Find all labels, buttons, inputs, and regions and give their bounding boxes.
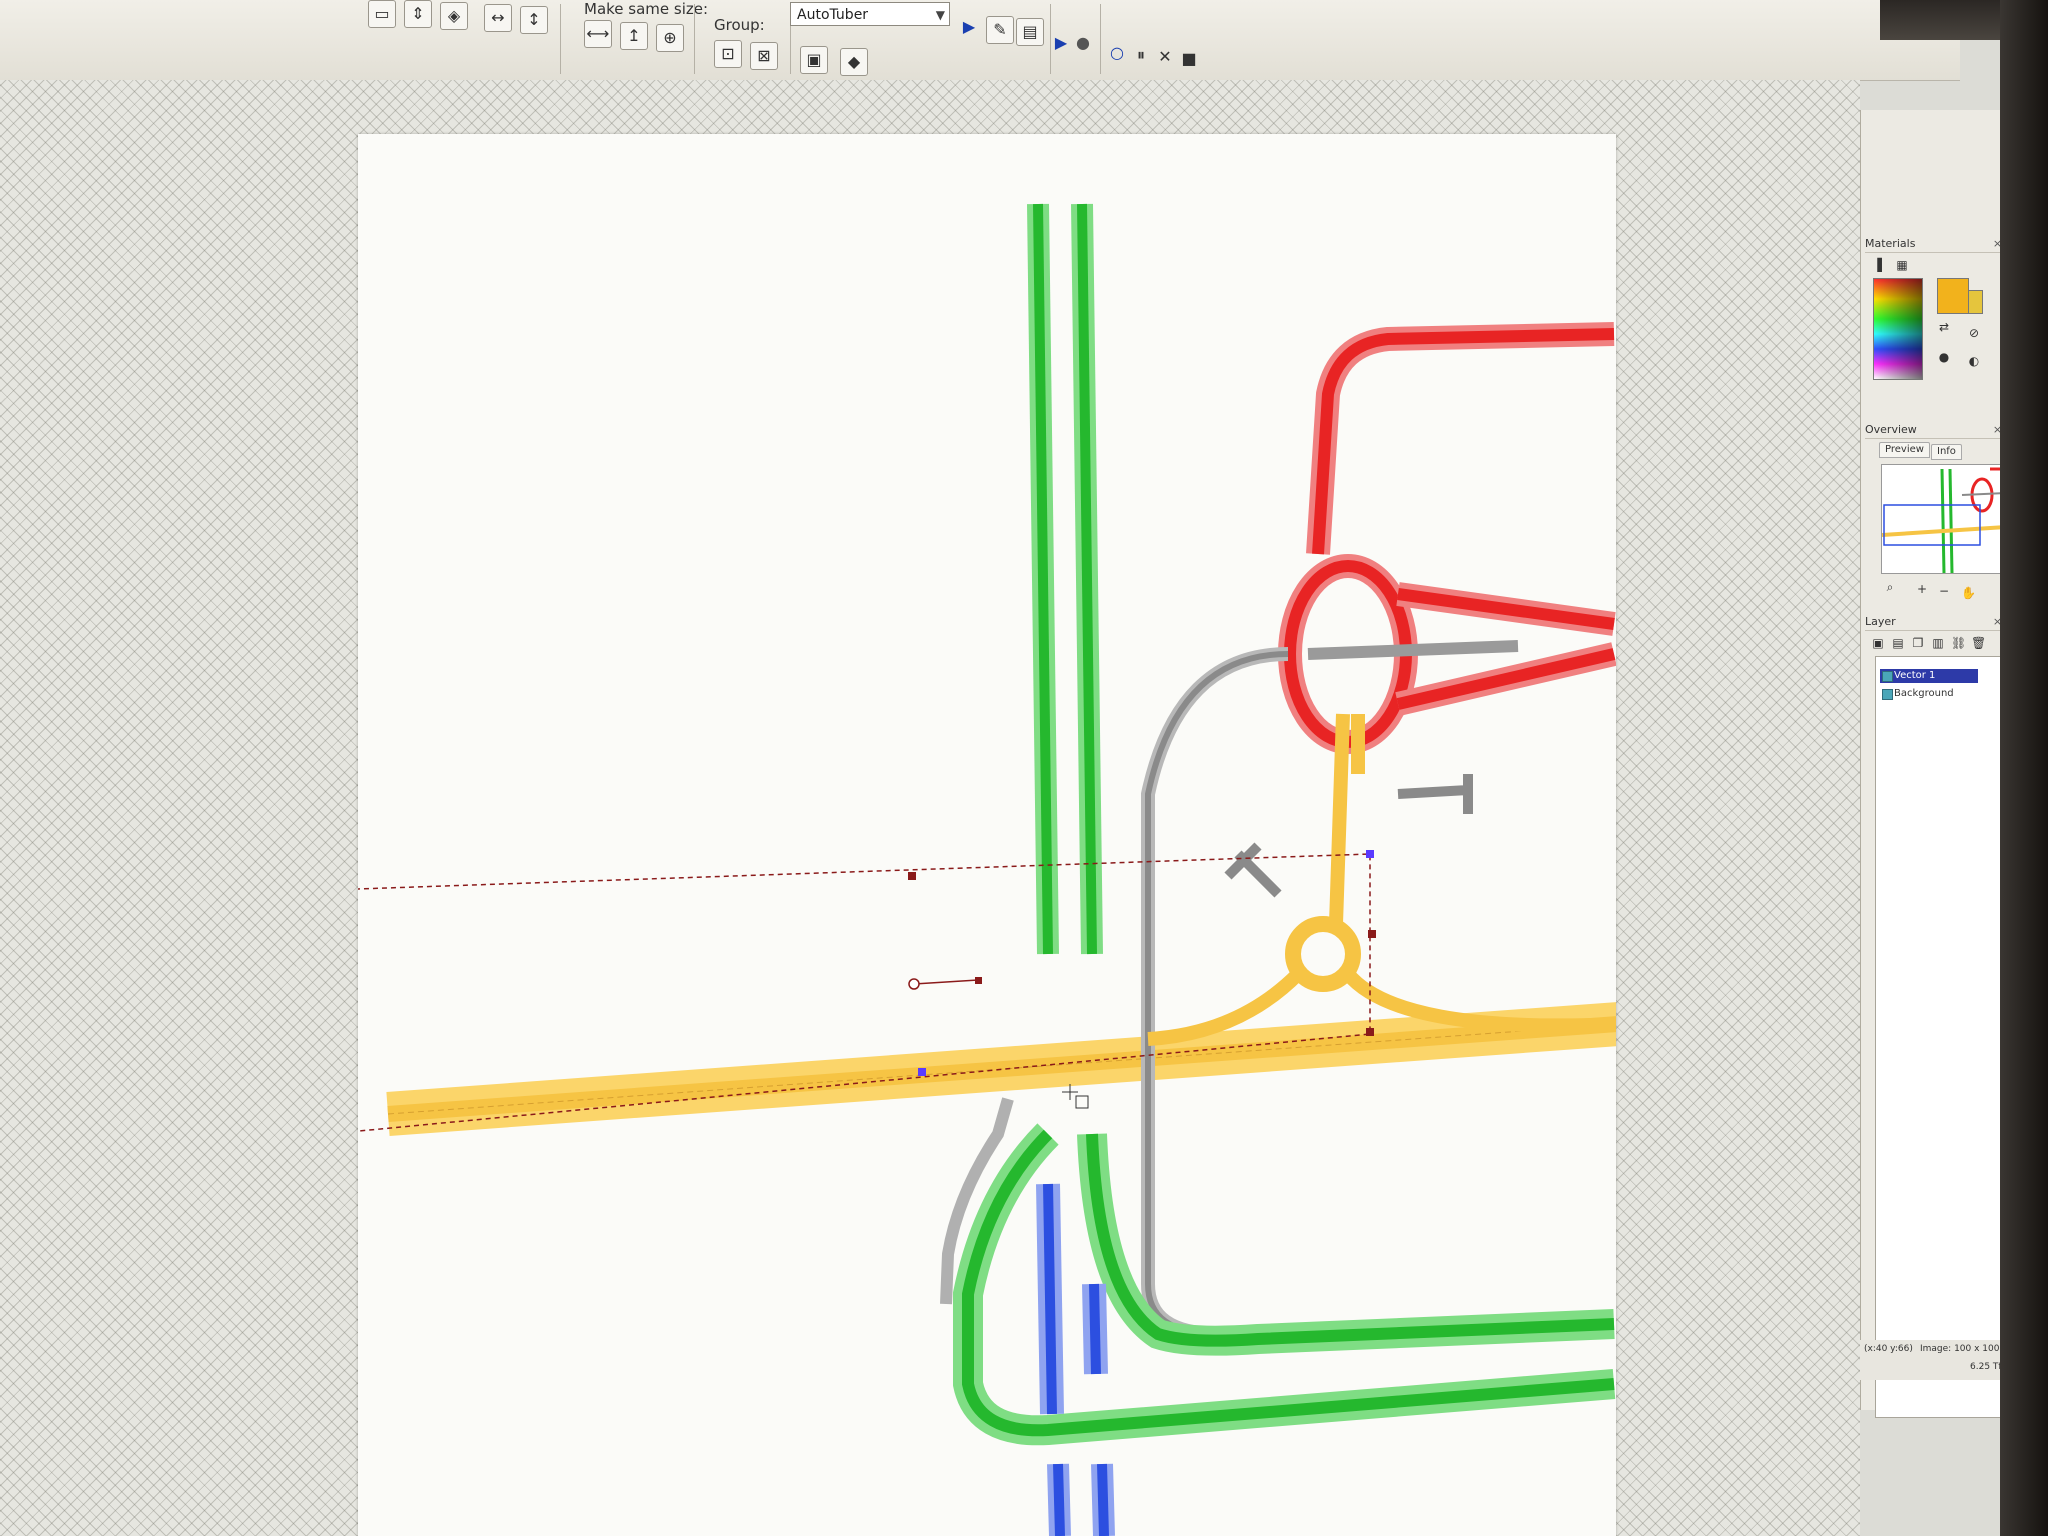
selection-handle[interactable] <box>1366 850 1374 858</box>
make-same-size-label: Make same size: <box>584 0 709 18</box>
monitor-bezel <box>2000 0 2048 1536</box>
space-vertical-icon[interactable]: ↕ <box>520 6 548 34</box>
swatch-icon[interactable]: ▦ <box>1895 258 1909 272</box>
tab-preview[interactable]: Preview <box>1879 442 1930 458</box>
selection-handle[interactable] <box>908 872 916 880</box>
new-layer-icon[interactable]: ▣ <box>1871 636 1885 650</box>
same-size-icon[interactable]: ⊕ <box>656 24 684 52</box>
selection-handle[interactable] <box>918 1068 926 1076</box>
rotation-handle-end[interactable] <box>975 977 982 984</box>
script-select[interactable]: AutoTuber ▼ <box>790 2 950 26</box>
right-panel: Materials × ▫ ▌ ▦ ⇄ ⊘ ● ◐ Overview × ▫ P… <box>1860 110 2021 1418</box>
green-line-lower <box>953 1123 1616 1446</box>
transparent-icon[interactable]: ⊘ <box>1967 326 1981 340</box>
layer-properties-icon[interactable]: ▥ <box>1931 636 1945 650</box>
zoom-in-icon[interactable]: + <box>1915 582 1929 596</box>
yellow-junction <box>1147 713 1616 1046</box>
gray-line <box>940 640 1519 1341</box>
pause-icon[interactable]: ⏸ <box>1128 42 1154 68</box>
gradient-icon[interactable]: ◐ <box>1967 354 1981 368</box>
rotation-pivot[interactable] <box>908 978 920 990</box>
align-center-icon[interactable]: ◈ <box>440 2 468 30</box>
script-output-icon[interactable]: ▤ <box>1016 18 1044 46</box>
green-line-vertical <box>1027 203 1103 955</box>
layer-row-vector-1[interactable]: Vector 1 <box>1880 669 1978 683</box>
ungroup-icon[interactable]: ⊠ <box>750 42 778 70</box>
stop-icon[interactable]: ■ <box>1176 46 1202 72</box>
zoom-icon[interactable]: ⌕ <box>1883 580 1897 594</box>
zoom-out-icon[interactable]: − <box>1937 584 1951 598</box>
layers-panel-title: Layer × ▫ <box>1865 614 2015 631</box>
layer-list: Vector 1 ◉ Background ◉ <box>1875 656 2017 1418</box>
same-width-icon[interactable]: ⟷ <box>584 20 612 48</box>
red-line <box>1278 322 1616 754</box>
overview-thumbnail-drawing <box>1882 467 2006 573</box>
chevron-down-icon: ▼ <box>935 8 945 22</box>
delete-layer-icon[interactable]: 🗑 <box>1971 636 1986 650</box>
overview-panel-title: Overview × ▫ <box>1865 422 2015 439</box>
new-vector-layer-icon[interactable]: ▤ <box>1891 636 1905 650</box>
start-recording-icon[interactable]: ○ <box>1104 40 1130 66</box>
duplicate-layer-icon[interactable]: ❐ <box>1911 636 1925 650</box>
selection-handle[interactable] <box>1368 930 1376 938</box>
cursor-coordinates: (x:40 y:66) <box>1864 1344 1913 1354</box>
brush-icon[interactable]: ▌ <box>1875 258 1889 272</box>
toolbar-separator <box>560 4 561 74</box>
overview-thumbnail[interactable] <box>1881 464 2007 574</box>
layer-label: Background <box>1894 688 1954 699</box>
materials-panel-title: Materials × ▫ <box>1865 236 2015 253</box>
group-label: Group: <box>714 16 765 34</box>
edit-script-icon[interactable]: ✎ <box>986 16 1014 44</box>
toolbar-separator <box>694 4 695 74</box>
space-horizontal-icon[interactable]: ↔ <box>484 4 512 32</box>
same-height-icon[interactable]: ↥ <box>620 22 648 50</box>
move-cursor-icon <box>1062 1084 1089 1109</box>
screen: ▭ ⇕ ◈ ↔ ↕ Make same size: ⟷ ↥ ⊕ Group: ⊡… <box>0 0 2048 1536</box>
foreground-color-swatch[interactable] <box>1937 278 1969 314</box>
hand-icon[interactable]: ✋ <box>1961 586 1976 600</box>
group-icon[interactable]: ⊡ <box>714 40 742 68</box>
distribute-icon[interactable]: ⇕ <box>404 0 432 28</box>
swap-colors-icon[interactable]: ⇄ <box>1937 320 1951 334</box>
tab-info[interactable]: Info <box>1931 444 1962 460</box>
raster-layer-icon <box>1882 689 1893 700</box>
color-spectrum[interactable] <box>1873 278 1923 380</box>
layer-label: Vector 1 <box>1894 670 1936 681</box>
workspace[interactable] <box>0 80 1860 1536</box>
link-layer-icon[interactable]: ⛓ <box>1951 636 1966 650</box>
selection-handle[interactable] <box>1366 1028 1374 1036</box>
cancel-icon[interactable]: ✕ <box>1152 44 1178 70</box>
rotation-handle[interactable] <box>913 979 979 985</box>
texture-icon[interactable]: ● <box>1937 350 1951 364</box>
layer-row-background[interactable]: Background <box>1880 687 1978 701</box>
materials-title: Materials <box>1865 237 1916 250</box>
select-object-icon[interactable]: ▣ <box>800 46 828 74</box>
align-icon[interactable]: ▭ <box>368 0 396 28</box>
record-icon[interactable]: ● <box>1070 30 1096 56</box>
layers-title: Layer <box>1865 615 1896 628</box>
map-drawing <box>358 203 1616 1536</box>
image-canvas[interactable] <box>358 134 1616 1536</box>
toolbar-separator <box>1100 4 1101 74</box>
node-edit-icon[interactable]: ◆ <box>840 48 868 76</box>
vector-layer-icon <box>1882 671 1893 682</box>
overview-title: Overview <box>1865 423 1917 436</box>
script-select-value: AutoTuber <box>797 7 869 23</box>
run-script-icon[interactable]: ▶ <box>956 14 982 40</box>
toolbar: ▭ ⇕ ◈ ↔ ↕ Make same size: ⟷ ↥ ⊕ Group: ⊡… <box>0 0 1960 81</box>
